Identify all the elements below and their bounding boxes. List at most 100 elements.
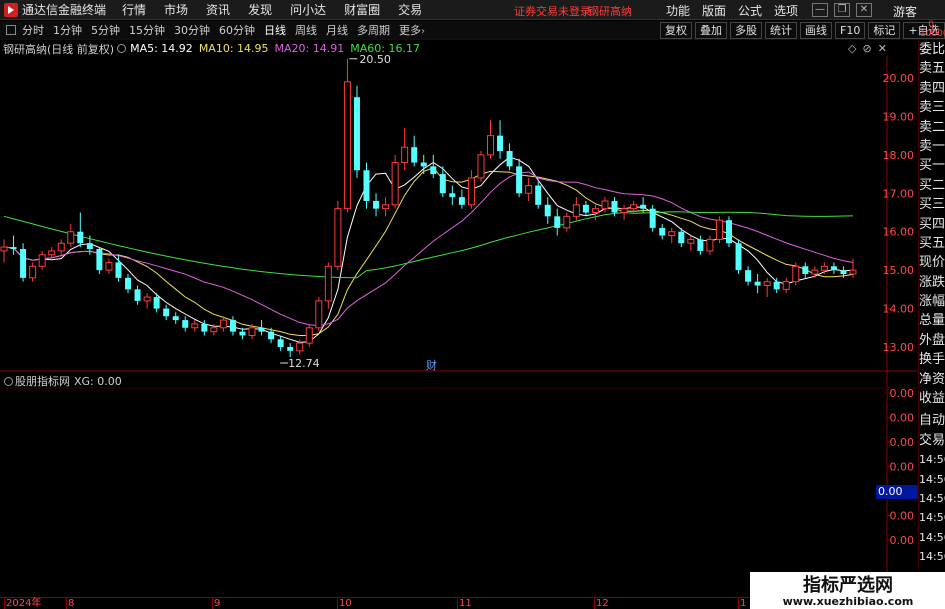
sub-settings-icon[interactable] xyxy=(4,376,13,386)
candle-body-up xyxy=(572,204,580,217)
candle-body-up xyxy=(105,261,113,271)
chevron-right-icon: › xyxy=(421,26,425,37)
candle-body-up xyxy=(305,327,313,344)
login-warning[interactable]: 证券交易未登录 xyxy=(514,3,591,19)
date-axis-tick xyxy=(66,598,67,609)
quote-row-label: 涨幅 xyxy=(919,294,945,310)
period-weekly[interactable]: 周线 xyxy=(295,22,317,38)
period-daily[interactable]: 日线 xyxy=(264,22,286,38)
ma10-line xyxy=(3,167,854,336)
quote-list: 委比 卖五 卖四 卖三 卖二 卖一 买一 买二 买三 买四 买五 现价 涨跌 涨幅 总量 外盘 换手 净资 收益 自动… xyxy=(919,40,945,609)
ma10-value: MA10: 14.95 xyxy=(198,42,269,55)
price-tick-label: 15.00 xyxy=(883,264,915,277)
candle-body-down xyxy=(697,239,704,251)
menu-quotes[interactable]: 行情 xyxy=(122,1,146,18)
candle-body-down xyxy=(10,247,17,250)
menu-layout[interactable]: 版面 xyxy=(702,2,726,19)
menu-discover[interactable]: 发现 xyxy=(248,1,272,18)
candle-body-down xyxy=(802,266,809,274)
candle-body-up xyxy=(525,185,533,194)
draw-line-button[interactable]: 画线 xyxy=(800,22,832,39)
candle-body-up xyxy=(487,135,495,156)
date-axis-label: 8 xyxy=(68,598,75,609)
kline-chart[interactable]: 13.00 14.00 15.00 16.00 17.00 18.00 19.00 20.00… xyxy=(0,40,918,597)
price-tick-label: 19.00 xyxy=(883,110,915,123)
quote-row-label: 净资 xyxy=(919,371,945,387)
adjust-button[interactable]: 复权 xyxy=(660,22,692,39)
candle-body-down xyxy=(373,200,380,209)
period-15min[interactable]: 15分钟 xyxy=(129,22,165,38)
indicator-settings-icon[interactable] xyxy=(117,44,127,53)
chart-title: 钢研高纳(日线 前复权) xyxy=(3,42,115,56)
main-panel-header: 钢研高纳(日线 前复权) MA5: 14.92 MA10: 14.95 MA20… xyxy=(0,41,880,56)
period-5min[interactable]: 5分钟 xyxy=(91,22,120,38)
ma60-value: MA60: 16.17 xyxy=(350,42,420,55)
statistics-button[interactable]: 统计 xyxy=(765,22,797,39)
quote-row-label: 卖二 xyxy=(919,119,945,135)
hide-icon[interactable]: ⊘ xyxy=(862,42,871,55)
multi-stock-button[interactable]: 多股 xyxy=(730,22,762,39)
mark-button[interactable]: 标记 xyxy=(868,22,901,39)
xg-value: XG: 0.00 xyxy=(74,374,122,388)
candle-body-down xyxy=(258,327,265,332)
quote-row-label: 卖三 xyxy=(919,100,945,116)
close-button[interactable]: ✕ xyxy=(856,3,872,17)
quote-row-label: 卖四 xyxy=(919,80,945,96)
candle-body-down xyxy=(430,166,437,175)
quote-row-label: 涨跌 xyxy=(919,274,945,290)
current-stock-name: 钢研高纳 xyxy=(588,5,632,18)
period-1min[interactable]: 1分钟 xyxy=(53,22,82,38)
menu-options[interactable]: 选项 xyxy=(774,2,798,19)
menu-trade[interactable]: 交易 xyxy=(398,1,422,18)
period-monthly[interactable]: 月线 xyxy=(326,22,348,38)
candle-body-down xyxy=(735,243,742,271)
user-guest[interactable]: 游客 xyxy=(893,3,917,20)
close-panel-icon[interactable]: ✕ xyxy=(878,42,887,55)
candle-body-up xyxy=(324,265,332,302)
indicator-tick-label: 0.00 xyxy=(890,436,915,449)
ma20-value: MA20: 14.91 xyxy=(274,42,345,55)
period-30min[interactable]: 30分钟 xyxy=(174,22,210,38)
candle-body-up xyxy=(792,265,800,283)
menu-news[interactable]: 资讯 xyxy=(206,1,230,18)
finance-event-marker: 财 xyxy=(426,358,437,372)
candle-body-down xyxy=(86,243,93,250)
quote-row-label: 买一 xyxy=(919,158,945,174)
overlay-button[interactable]: 叠加 xyxy=(695,22,727,39)
period-60min[interactable]: 60分钟 xyxy=(219,22,255,38)
candle-body-down xyxy=(659,227,666,236)
menu-wealth-circle[interactable]: 财富圈 xyxy=(344,1,380,18)
candle-body-up xyxy=(48,250,56,256)
period-more-label: 更多 xyxy=(399,24,421,37)
menu-ask-xiaoda[interactable]: 问小达 xyxy=(290,1,326,18)
candle-body-down xyxy=(458,197,465,205)
candle-body-down xyxy=(115,262,122,278)
candle-body-down xyxy=(745,270,752,282)
minimize-button[interactable]: — xyxy=(812,3,828,17)
period-more[interactable]: 更多› xyxy=(399,22,425,38)
price-tick-label: 17.00 xyxy=(883,187,915,200)
period-toolbar: 分时 1分钟 5分钟 15分钟 30分钟 60分钟 日线 周线 月线 多周期 更… xyxy=(0,21,945,40)
candle-body-down xyxy=(840,270,847,274)
menu-formula[interactable]: 公式 xyxy=(738,2,762,19)
panel-toggle-icon[interactable] xyxy=(6,25,16,35)
candle-body-down xyxy=(96,249,103,271)
candle-body-up xyxy=(601,200,609,210)
candle-body-up xyxy=(782,281,790,290)
candle-body-up xyxy=(210,327,218,333)
period-intraday[interactable]: 分时 xyxy=(22,22,44,38)
candle-body-up xyxy=(219,319,227,329)
restore-button[interactable]: ❐ xyxy=(834,3,850,17)
ma5-line xyxy=(3,156,854,343)
menu-function[interactable]: 功能 xyxy=(666,2,690,19)
diamond-icon[interactable]: ◇ xyxy=(848,42,856,55)
price-tick-label: 13.00 xyxy=(883,341,915,354)
f10-button[interactable]: F10 xyxy=(835,22,866,39)
candle-body-up xyxy=(143,296,151,302)
auto-trade-label[interactable]: 自动 xyxy=(919,411,945,430)
menu-market[interactable]: 市场 xyxy=(164,1,188,18)
auto-trade-label[interactable]: 交易 xyxy=(919,431,945,450)
indicator-tick-label: 0.00 xyxy=(890,412,915,425)
window-controls: — ❐ ✕ xyxy=(812,3,878,17)
period-multi[interactable]: 多周期 xyxy=(357,22,390,38)
